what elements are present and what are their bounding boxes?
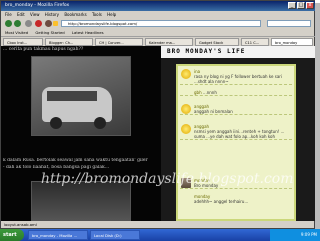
forward-icon[interactable] [14,20,21,27]
chat-message: gbh ...nnnh [180,90,292,96]
tab-bro-monday[interactable]: bro_monday [271,38,313,46]
bookmark-latest-headlines[interactable]: Latest Headlines [72,30,104,35]
chat-text: nsmsi yem anggah iini...renteh + tongtun… [194,129,285,139]
tab-cbox[interactable]: Cbox Inst... [3,38,43,46]
taskbar-item-firefox[interactable]: bro_monday - Mozilla ... [28,230,88,240]
menu-tools[interactable]: Tools [92,12,102,17]
van-window [47,91,97,101]
taskbar: start bro_monday - Mozilla ... Local Dis… [0,229,320,241]
blog-banner: BRO MONDAY'S LIFE [161,46,315,58]
status-bar: looyut.ansab.aml [4,222,37,227]
menu-bar: File Edit View History Bookmarks Tools H… [1,11,315,18]
start-button[interactable]: start [0,229,24,241]
tab-strip: Cbox Inst... Blogger: Ch... CH | Conver.… [1,38,315,46]
page-content: ... cerita pun takmau hapus ngah?? k dal… [1,46,315,221]
menu-file[interactable]: File [5,12,12,17]
taskbar-item-local-disk[interactable]: Local Disk (D:) [90,230,140,240]
bookmark-most-visited[interactable]: Most Visited [5,30,28,35]
clock[interactable]: 9:09 PM [301,232,317,237]
van-wheel-rear [94,117,106,129]
tab-gadget-stock[interactable]: Gadget Stock [195,38,239,46]
post-caption-2: - dah ak tolo liaahat, bosa bangsa pagi … [3,165,110,170]
home-icon[interactable] [45,20,52,27]
menu-bookmarks[interactable]: Bookmarks [64,12,86,17]
reload-icon[interactable] [25,20,32,27]
browser-window: bro_monday - Mozilla Firefox _ □ x File … [0,0,315,229]
tab-kalender[interactable]: Kalender ma... [145,38,193,46]
chat-text: ...nnnh [202,90,217,95]
menu-history[interactable]: History [45,12,59,17]
chat-text: adehhh~ anggel terhairu... [194,199,249,204]
chat-message: anggah anggah ni bnmalan [180,104,292,115]
favicon-icon [53,21,58,26]
chat-box: ina rasa ny blog ni yg F follower bertua… [176,64,296,221]
post-top-text: ... cerita pun takmau hapus ngah?? [3,47,84,52]
menu-edit[interactable]: Edit [17,12,25,17]
chat-message: ina rasa ny blog ni yg F follower bertua… [180,69,292,85]
post-photo-2 [31,181,131,221]
stop-icon[interactable] [35,20,42,27]
back-icon[interactable] [5,20,12,27]
tab-blogger[interactable]: Blogger: Ch... [45,38,93,46]
desktop: bro_monday - Mozilla Firefox _ □ x File … [0,0,320,241]
post-caption-1: k dalam Rusa. bertolak seawal jam sana w… [3,158,148,163]
menu-help[interactable]: Help [107,12,116,17]
bookmarks-toolbar: Most Visited Getting Started Latest Head… [1,29,315,37]
chat-message: monday adehhh~ anggel terhairu... [180,194,292,204]
close-button[interactable]: x [306,2,314,9]
minimize-button[interactable]: _ [288,2,296,9]
watermark-url: http://bromondayslife.blogspot.com [41,171,294,187]
window-shadow [315,3,320,229]
bookmark-getting-started[interactable]: Getting Started [35,30,64,35]
post-photo-van [31,56,131,136]
maximize-button[interactable]: □ [297,2,305,9]
window-title: bro_monday - Mozilla Firefox [5,3,70,8]
menu-view[interactable]: View [30,12,40,17]
chat-text: anggah ni bnmalan [194,109,233,114]
address-bar[interactable]: http://bromondayslife.blogspot.com/ [61,20,261,27]
search-input[interactable] [267,20,311,27]
blog-post-column: ... cerita pun takmau hapus ngah?? k dal… [1,46,161,221]
chat-message: anggah nsmsi yem anggah iini...renteh + … [180,124,292,140]
tab-converter[interactable]: CH | Conver... [95,38,143,46]
tab-c11[interactable]: C11 C... [241,38,269,46]
title-bar: bro_monday - Mozilla Firefox _ □ x [1,1,315,11]
system-tray: 9:09 PM [270,229,320,241]
van-wheel-front [50,117,62,129]
chat-text: rasa ny blog ni yg F follower bertuah ke… [194,74,283,84]
chat-author[interactable]: gbh [194,90,202,95]
